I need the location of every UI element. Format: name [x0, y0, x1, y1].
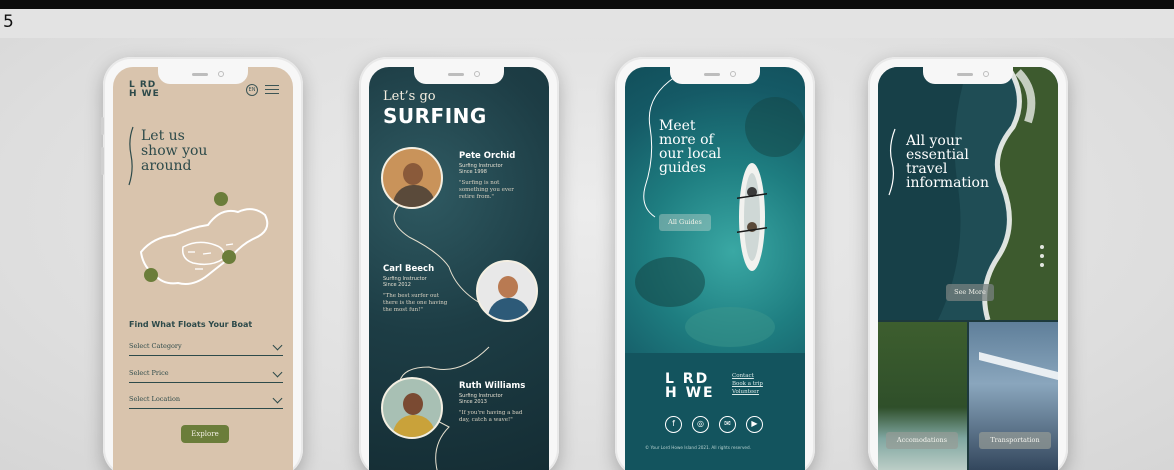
guide-quote: "If you're having a bad day, catch a wav… — [459, 410, 523, 423]
page-headline: Let us show you around — [141, 128, 208, 174]
page-headline: All your essential travel information — [906, 133, 989, 191]
guide-avatar[interactable] — [476, 260, 538, 322]
email-icon[interactable]: ✉ — [719, 416, 736, 433]
lord-howe-logo[interactable]: L RD H WE — [129, 81, 160, 99]
footer-links: Contact Book a trip Volunteer — [732, 372, 763, 396]
language-icon[interactable]: EN — [246, 84, 258, 96]
chevron-down-icon — [272, 340, 283, 351]
guide-name: Pete Orchid — [459, 151, 516, 161]
coastline-image — [878, 67, 1058, 320]
footer-link-book[interactable]: Book a trip — [732, 380, 763, 388]
bracket-line-icon — [888, 128, 896, 196]
kayak-icon — [737, 163, 767, 271]
chevron-down-icon — [272, 367, 283, 378]
footer-link-volunteer[interactable]: Volunteer — [732, 388, 763, 396]
filter-title: Find What Floats Your Boat — [129, 320, 253, 329]
site-footer: L RD H WE Contact Book a trip Volunteer … — [625, 353, 805, 470]
instagram-icon[interactable]: ◎ — [692, 416, 709, 433]
path-line-icon — [643, 76, 676, 218]
guide-role: Surfing Instructor Since 2012 — [383, 276, 427, 288]
guide-quote: "Surfing is not something you ever retir… — [459, 180, 514, 200]
page-headline: Meet more of our local guides — [659, 118, 722, 176]
transportation-tile[interactable]: Transportation — [969, 322, 1058, 470]
page-title: SURFING — [383, 104, 487, 128]
frame-number: 5 — [3, 12, 14, 32]
lets-go-text: Let’s go — [383, 89, 436, 104]
select-price-dropdown[interactable]: Select Price — [129, 367, 283, 383]
screen-travel-info: All your essential travel information Se… — [878, 67, 1058, 470]
lord-howe-logo[interactable]: L RD H WE — [665, 372, 715, 400]
phone-notch — [923, 67, 1013, 84]
guide-name: Carl Beech — [383, 264, 435, 274]
bracket-line-icon — [128, 126, 134, 186]
guide-quote: "The best surfer out there is the one ha… — [383, 293, 448, 313]
screen-surfing: Let’s go SURFING Pete Orchid Surfing Ins… — [369, 67, 549, 470]
facebook-icon[interactable]: f — [665, 416, 682, 433]
see-more-button[interactable]: See More — [946, 284, 994, 301]
airplane-wing-icon — [979, 352, 1058, 380]
accommodations-tile[interactable]: Accomodations — [878, 322, 967, 470]
youtube-icon[interactable]: ▶ — [746, 416, 763, 433]
footer-link-contact[interactable]: Contact — [732, 372, 763, 380]
all-guides-button[interactable]: All Guides — [659, 214, 711, 231]
guide-name: Ruth Williams — [459, 381, 526, 391]
phone-mockup-travel-info: All your essential travel information Se… — [868, 57, 1068, 470]
phone-notch — [158, 67, 248, 84]
carousel-dots[interactable] — [1040, 245, 1044, 272]
top-bar — [0, 0, 1174, 9]
menu-icon[interactable] — [265, 85, 279, 94]
screen-search: L RD H WE EN Let us show you around Find… — [113, 67, 293, 470]
accommodations-button[interactable]: Accomodations — [886, 432, 958, 449]
chevron-down-icon — [272, 393, 283, 404]
transportation-button[interactable]: Transportation — [979, 432, 1051, 449]
phone-mockup-guides: Meet more of our local guides All Guides… — [615, 57, 815, 470]
phone-mockup-search: L RD H WE EN Let us show you around Find… — [101, 57, 303, 470]
select-location-dropdown[interactable]: Select Location — [129, 393, 283, 409]
phone-mockup-surfing: Let’s go SURFING Pete Orchid Surfing Ins… — [359, 57, 559, 470]
island-map-icon[interactable] — [123, 187, 288, 297]
guide-role: Surfing Instructor Since 1998 — [459, 163, 503, 175]
copyright-text: © Your Lord Howe Island 2021. All rights… — [645, 445, 752, 450]
phone-notch — [414, 67, 504, 84]
phone-side-button — [101, 147, 104, 175]
phone-notch — [670, 67, 760, 84]
screen-guides: Meet more of our local guides All Guides… — [625, 67, 805, 470]
select-category-dropdown[interactable]: Select Category — [129, 340, 283, 356]
guide-role: Surfing Instructor Since 2013 — [459, 393, 503, 405]
guide-avatar[interactable] — [381, 147, 443, 209]
phone-side-button — [101, 117, 104, 135]
explore-button[interactable]: Explore — [181, 425, 229, 443]
guide-avatar[interactable] — [381, 377, 443, 439]
